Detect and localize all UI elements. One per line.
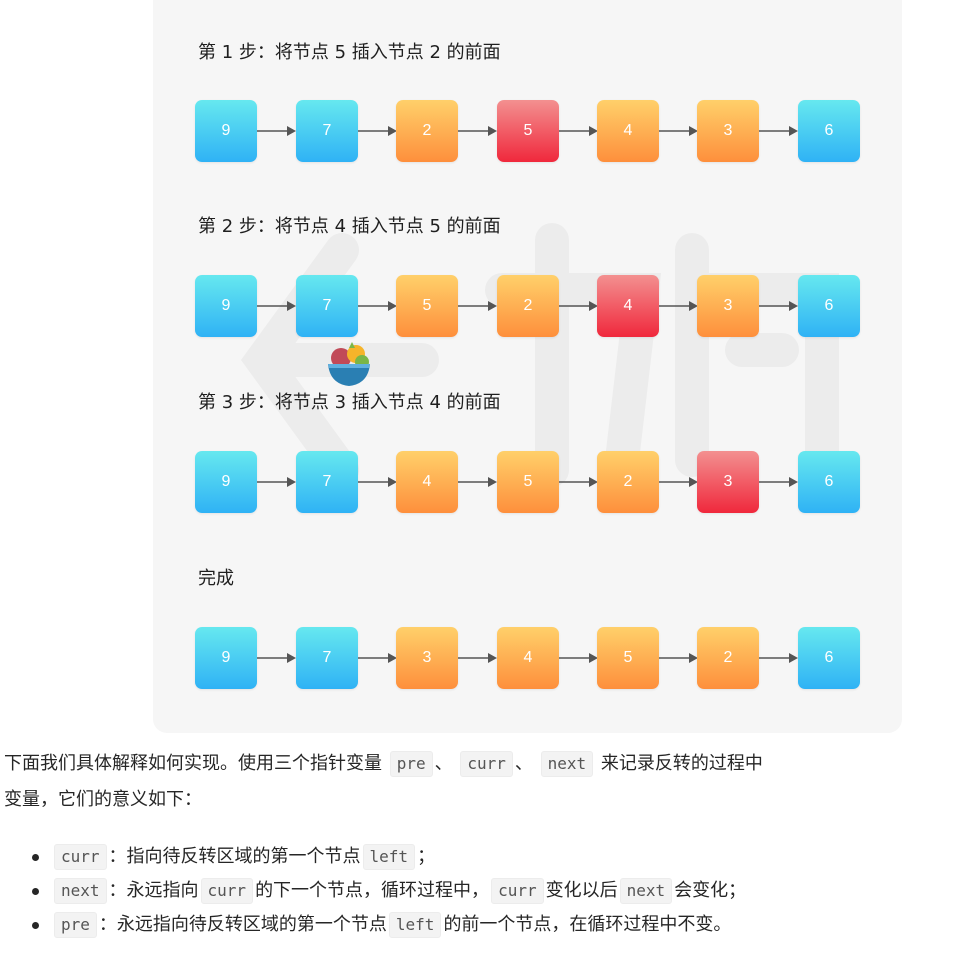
bullet-text: ：永远指向待反转区域的第一个节点 [98,914,387,935]
arrow-icon [358,653,397,663]
bullet-text: 变化以后 [545,880,618,901]
arrow-icon [559,477,598,487]
list-item: pre ：永远指向待反转区域的第一个节点 left 的前一个节点，在循环过程中不变。 [32,908,746,942]
list-node: 3 [697,451,759,513]
arrow-icon [458,477,497,487]
pointer-definitions-list: curr ：指向待反转区域的第一个节点 left； next ：永远指向 curr 的下一个… [32,840,746,942]
explanation-paragraph: 下面我们具体解释如何实现。使用三个指针变量 pre、 curr、 next 来记… [4,746,978,818]
list-node: 2 [497,275,559,337]
list-node: 4 [396,451,458,513]
bullet-icon [32,922,39,929]
code-next: next [540,751,594,777]
list-node: 4 [597,100,659,162]
bullet-icon [32,854,39,861]
bullet-text: 的下一个节点，循环过程中， [255,880,490,901]
list-node: 4 [597,275,659,337]
list-node: 9 [195,627,257,689]
arrow-icon [659,477,698,487]
list-node: 2 [697,627,759,689]
inline-code: left [388,912,442,938]
separator: 、 [514,753,533,774]
inline-code: next [619,878,673,904]
code-pre: pre [389,751,433,777]
bullet-text: 的前一个节点，在循环过程中不变。 [443,914,732,935]
arrow-icon [458,301,497,311]
list-node: 5 [396,275,458,337]
linked-list-row: 9734526 [195,627,861,689]
list-node: 3 [396,627,458,689]
paragraph-text: 下面我们具体解释如何实现。使用三个指针变量 [4,753,382,774]
inline-code: curr [54,844,107,870]
code-curr: curr [460,751,513,777]
arrow-icon [759,653,798,663]
list-node: 5 [597,627,659,689]
arrow-icon [257,653,296,663]
bullet-text: 会变化； [674,880,747,901]
step-title: 完成 [198,568,234,589]
arrow-icon [358,477,397,487]
arrow-icon [358,301,397,311]
bullet-text: ：指向待反转区域的第一个节点 [108,846,361,867]
arrow-icon [559,653,598,663]
inline-code: pre [54,912,97,938]
list-node: 3 [697,100,759,162]
arrow-icon [659,301,698,311]
list-node: 2 [597,451,659,513]
arrow-icon [759,477,798,487]
arrow-icon [559,126,598,136]
list-node: 5 [497,100,559,162]
inline-code: curr [491,878,544,904]
arrow-icon [759,301,798,311]
diagram-card: 第 1 步：将节点 5 插入节点 2 的前面 9 7 2 5 4 3 6 第 2 步：将节点 4… [153,0,902,733]
list-node: 4 [497,627,559,689]
list-node: 6 [798,275,860,337]
paragraph-line-1: 下面我们具体解释如何实现。使用三个指针变量 pre、 curr、 next 来记… [4,746,978,782]
arrow-icon [257,477,296,487]
list-item: next ：永远指向 curr 的下一个节点，循环过程中， curr 变化以后 next 会变… [32,874,746,908]
list-node: 9 [195,100,257,162]
paragraph-line-2: 变量，它们的意义如下： [4,789,202,810]
list-node: 7 [296,451,358,513]
arrow-icon [659,126,698,136]
inline-code: next [54,878,107,904]
paragraph-text: 来记录反转的过程中 [600,753,763,774]
inline-code: curr [200,878,254,904]
list-node: 7 [296,275,358,337]
list-node: 2 [396,100,458,162]
arrow-icon [257,126,296,136]
list-node: 6 [798,100,860,162]
list-node: 6 [798,627,860,689]
list-node: 3 [697,275,759,337]
separator: 、 [434,753,453,774]
list-node: 9 [195,451,257,513]
bullet-text: ：永远指向 [108,880,199,901]
list-node: 6 [798,451,860,513]
list-node: 7 [296,100,358,162]
bullet-text: ； [417,846,436,867]
linked-list-row: 9745236 [195,451,861,513]
list-item: curr ：指向待反转区域的第一个节点 left； [32,840,746,874]
list-node: 5 [497,451,559,513]
arrow-icon [559,301,598,311]
arrow-icon [257,301,296,311]
arrow-icon [458,126,497,136]
inline-code: left [362,844,416,870]
bullet-icon [32,888,39,895]
leetcode-watermark-icon [240,223,839,487]
step-title: 第 2 步：将节点 4 插入节点 5 的前面 [198,216,501,237]
arrow-icon [458,653,497,663]
arrow-icon [358,126,397,136]
leetcode-bowl-icon [326,340,372,388]
list-node: 9 [195,275,257,337]
linked-list-row: 9752436 [195,275,861,337]
linked-list-row: 9725436 [195,100,861,162]
step-title: 第 3 步：将节点 3 插入节点 4 的前面 [198,392,501,413]
arrow-icon [659,653,698,663]
list-node: 7 [296,627,358,689]
step-title: 第 1 步：将节点 5 插入节点 2 的前面 [198,42,501,63]
arrow-icon [759,126,798,136]
